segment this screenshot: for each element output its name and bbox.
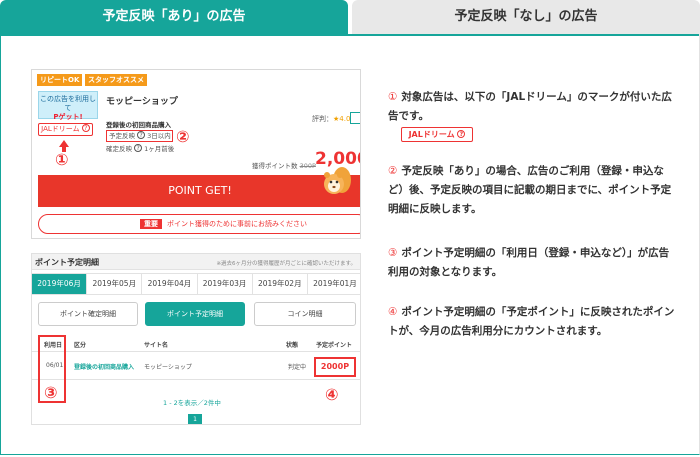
point-schedule-image: ポイント予定明細 ※過去6ヶ月分の獲得履歴が月ごとに確認いただけます。 2019… xyxy=(31,253,361,425)
marker-4: ④ xyxy=(325,385,339,404)
month-tab-2019-01[interactable]: 2019年01月 xyxy=(306,274,360,294)
explanation-3: ③ ポイント予定明細の「利用日（登録・申込など）」が広告利用の対象となります。 xyxy=(388,244,678,282)
point-schedule-header: ポイント予定明細 ※過去6ヶ月分の獲得履歴が月ごとに確認いただけます。 xyxy=(32,254,360,270)
rating-box xyxy=(350,112,360,124)
subtab-confirmed[interactable]: ポイント確定明細 xyxy=(38,302,138,326)
explanation-3-num: ③ xyxy=(388,247,398,259)
jal-inline-label: JALドリーム xyxy=(408,130,455,139)
month-tab-2019-06[interactable]: 2019年06月 xyxy=(32,274,87,294)
table-row: 06/01 登録後の初回商品購入 モッピーショップ 判定中 xyxy=(32,352,360,380)
help-icon: ? xyxy=(134,144,143,152)
tab-bar: 予定反映「あり」の広告 予定反映「なし」の広告 xyxy=(0,0,700,34)
confirm-value: 1ヶ月前後 xyxy=(144,145,175,153)
important-notice-link[interactable]: 重要 ポイント獲得のために事前にお読みください xyxy=(38,214,360,234)
mascot-icon xyxy=(324,167,351,194)
header-points: 予定ポイント xyxy=(316,342,353,349)
month-tab-2019-03[interactable]: 2019年03月 xyxy=(196,274,252,294)
help-icon: ? xyxy=(457,130,466,138)
jal-dream-inline-mark: JALドリーム ? xyxy=(401,127,473,142)
explanation-1-num: ① xyxy=(388,91,398,103)
tab-with-schedule[interactable]: 予定反映「あり」の広告 xyxy=(0,0,348,34)
rating-label: 評判： xyxy=(312,115,333,123)
jal-dream-label: JALドリーム xyxy=(41,125,80,133)
confirm-label: 確定反映 xyxy=(106,145,132,153)
points-label: 獲得ポイント数 300P xyxy=(252,160,316,170)
tab-without-schedule[interactable]: 予定反映「なし」の広告 xyxy=(352,0,700,34)
paging-info: 1 - 2を表示／2件中 xyxy=(163,399,221,407)
points-old: 300P xyxy=(299,162,316,170)
marker-1: ① xyxy=(55,150,69,169)
rating: 評判：★4.0 xyxy=(312,114,350,124)
help-icon: ? xyxy=(137,131,146,139)
month-tab-2019-05[interactable]: 2019年05月 xyxy=(86,274,141,294)
point-schedule-title: ポイント予定明細 xyxy=(35,258,99,267)
ad-condition: 登録後の初回商品購入 xyxy=(106,121,171,129)
notice-tag: 重要 xyxy=(140,219,162,229)
month-tab-2019-04[interactable]: 2019年04月 xyxy=(141,274,196,294)
notice-text: ポイント獲得のために事前にお読みください xyxy=(167,220,307,228)
explanation-2-num: ② xyxy=(388,165,398,177)
subtab-scheduled[interactable]: ポイント予定明細 xyxy=(145,302,245,326)
explanation-4-text: ポイント予定明細の「予定ポイント」に反映されたポイントが、今月の広告利用分にカウ… xyxy=(388,306,675,337)
point-get-button[interactable]: POINT GET! xyxy=(38,175,360,207)
table-header: 利用日 区分 サイト名 状態 予定ポイント xyxy=(32,337,360,352)
confirm-reflect: 確定反映 ? 1ヶ月前後 xyxy=(106,143,174,153)
subtab-coin[interactable]: コイン明細 xyxy=(254,302,356,326)
point-schedule-note: ※過去6ヶ月分の獲得履歴が月ごとに確認いただけます。 xyxy=(216,261,356,267)
schedule-label: 予定反映 xyxy=(109,132,135,140)
thumb-line-1: この広告を利用して xyxy=(40,95,96,112)
thumb-line-2: Pゲット! xyxy=(53,113,83,121)
row-status: 判定中 xyxy=(288,364,307,371)
header-status: 状態 xyxy=(286,342,299,349)
explanation-3-text: ポイント予定明細の「利用日（登録・申込など）」が広告利用の対象となります。 xyxy=(388,247,670,278)
explanation-4: ④ ポイント予定明細の「予定ポイント」に反映されたポイントが、今月の広告利用分にカ… xyxy=(388,303,678,341)
help-icon: ? xyxy=(81,124,90,132)
page-button[interactable]: 1 xyxy=(188,414,202,424)
explanation-2-text: 予定反映「あり」の場合、広告のご利用（登録・申込など）後、予定反映の項目に記載の… xyxy=(388,165,672,215)
ad-thumbnail: この広告を利用して Pゲット! xyxy=(38,91,98,121)
shop-name: モッピーショップ xyxy=(106,97,178,107)
row-site[interactable]: モッピーショップ xyxy=(144,362,192,371)
marker-2: ② xyxy=(176,127,190,146)
explanation-4-num: ④ xyxy=(388,306,398,318)
repeat-ok-badge: リピートOK xyxy=(37,74,83,86)
explanation-1-text: 対象広告は、以下の「JALドリーム」のマークが付いた広告です。 xyxy=(388,91,672,122)
month-tabs: 2019年06月 2019年05月 2019年04月 2019年03月 2019… xyxy=(32,273,360,295)
explanation-1: ① 対象広告は、以下の「JALドリーム」のマークが付いた広告です。 xyxy=(388,88,678,126)
header-site: サイト名 xyxy=(144,342,169,349)
explanation-2: ② 予定反映「あり」の場合、広告のご利用（登録・申込など）後、予定反映の項目に記載… xyxy=(388,162,678,219)
month-tab-2019-02[interactable]: 2019年02月 xyxy=(251,274,307,294)
points-label-text: 獲得ポイント数 xyxy=(252,162,298,170)
jal-dream-mark: JALドリーム ? xyxy=(38,123,93,136)
staff-recommend-badge: スタッフオススメ xyxy=(85,74,147,86)
header-category: 区分 xyxy=(74,342,87,349)
marker-3: ③ xyxy=(44,383,58,402)
row-category: 登録後の初回商品購入 xyxy=(74,364,135,371)
schedule-reflect-box: 予定反映 ? 3日以内 xyxy=(106,130,173,142)
ad-card-image: リピートOK スタッフオススメ この広告を利用して Pゲット! モッピーショップ… xyxy=(31,69,361,239)
rating-value: ★4.0 xyxy=(333,115,351,123)
points-highlight-box: 2000P xyxy=(314,357,356,377)
schedule-value: 3日以内 xyxy=(147,132,171,140)
